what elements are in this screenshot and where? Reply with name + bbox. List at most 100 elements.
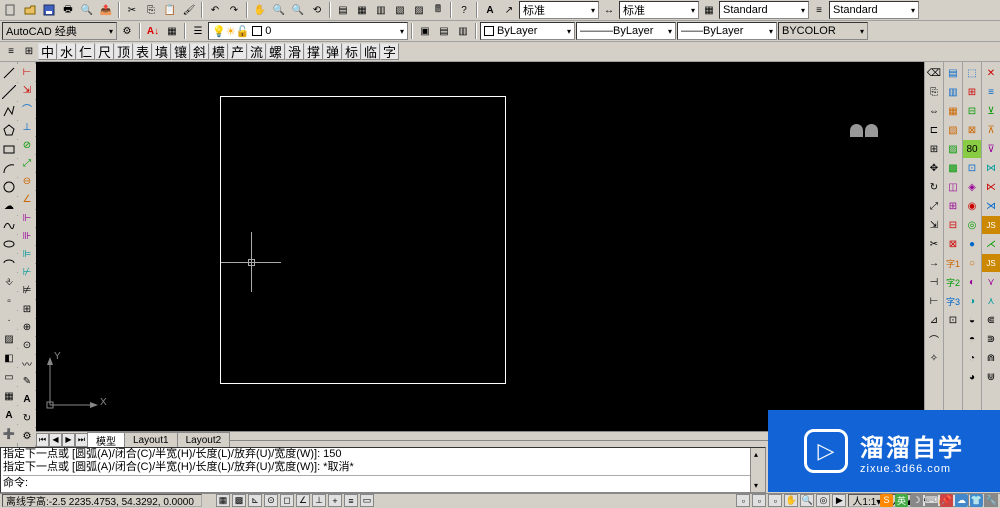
model-toggle[interactable]: ▫ (736, 494, 750, 507)
cn-btn-8[interactable]: 斜 (190, 43, 209, 60)
cn-btn-1[interactable]: 水 (57, 43, 76, 60)
sheet-icon[interactable]: ▧ (391, 1, 409, 19)
break-icon[interactable]: ⊣ (925, 273, 943, 291)
scale-icon[interactable]: ⤢ (925, 197, 943, 215)
tray-shirt-icon[interactable]: 👕 (970, 494, 983, 507)
e3-10-icon[interactable]: ⋌ (982, 235, 1000, 253)
hatch-icon[interactable]: ▨ (0, 330, 18, 348)
region-icon[interactable]: ▭ (0, 368, 18, 386)
tab-model[interactable]: 模型 (87, 432, 125, 447)
tray-app1-icon[interactable]: S (880, 494, 893, 507)
dcenter-icon[interactable]: ▦ (353, 1, 371, 19)
cmd-prompt[interactable]: 命令: (3, 475, 763, 490)
workspace-dropdown[interactable]: AutoCAD 经典 (2, 22, 117, 40)
tray-wrench-icon[interactable]: 🔧 (985, 494, 998, 507)
tray-moon-icon[interactable]: ☽ (910, 494, 923, 507)
lineweight-dropdown[interactable]: —— ByLayer (677, 22, 777, 40)
e3-4-icon[interactable]: ⊼ (982, 121, 1000, 139)
zoom-icon[interactable]: 🔍 (270, 1, 288, 19)
cn-btn-14[interactable]: 撑 (304, 43, 323, 60)
print-icon[interactable]: 🖶 (59, 1, 77, 19)
erase-icon[interactable]: ⌫ (925, 64, 943, 82)
e2-4-icon[interactable]: ⊠ (963, 121, 981, 139)
stretch-icon[interactable]: ⇲ (925, 216, 943, 234)
e2-13-icon[interactable]: ◑ (963, 292, 981, 310)
tab-prev-icon[interactable]: ◀ (49, 433, 62, 447)
cn-btn-9[interactable]: 模 (209, 43, 228, 60)
dim-ord-icon[interactable]: ⊥ (18, 119, 36, 136)
cn-btn-13[interactable]: 滑 (285, 43, 304, 60)
tray-pin-icon[interactable]: 📌 (940, 494, 953, 507)
inspect-icon[interactable]: ⊙ (18, 337, 36, 354)
osnap-toggle[interactable]: ◻ (280, 494, 294, 507)
et14-icon[interactable]: ⊡ (944, 311, 962, 329)
zoom-prev-icon[interactable]: ⟲ (308, 1, 326, 19)
dimupdate-icon[interactable]: ↻ (18, 410, 36, 427)
e2-15-icon[interactable]: ◓ (963, 330, 981, 348)
e3-8-icon[interactable]: ⋊ (982, 197, 1000, 215)
ducs-toggle[interactable]: ⊥ (312, 494, 326, 507)
help-icon[interactable]: ? (455, 1, 473, 19)
redo-icon[interactable]: ↷ (225, 1, 243, 19)
addtool-icon[interactable]: ➕ (0, 425, 18, 443)
gradient-icon[interactable]: ◧ (0, 349, 18, 367)
insert-icon[interactable]: ⎀ (0, 273, 18, 291)
trim-icon[interactable]: ✂ (925, 235, 943, 253)
ellipse-icon[interactable] (0, 235, 18, 253)
e2-9-icon[interactable]: ◎ (963, 216, 981, 234)
rotate-icon[interactable]: ↻ (925, 178, 943, 196)
cmd-scrollbar[interactable] (750, 448, 765, 492)
cn-tool2-icon[interactable]: ⊞ (20, 43, 38, 61)
new-icon[interactable] (2, 1, 20, 19)
paste-icon[interactable]: 📋 (161, 1, 179, 19)
qp-toggle[interactable]: ▭ (360, 494, 374, 507)
e3-1-icon[interactable]: ✕ (982, 64, 1000, 82)
tab-next-icon[interactable]: ▶ (62, 433, 75, 447)
e3-11-icon[interactable]: JS (982, 254, 1000, 272)
tray-key-icon[interactable]: ⌨ (925, 494, 938, 507)
z2-icon[interactable]: 字2 (944, 273, 962, 291)
cn-btn-2[interactable]: 仁 (76, 43, 95, 60)
e3-6-icon[interactable]: ⋈ (982, 159, 1000, 177)
layer-mgr-icon[interactable]: ☰ (189, 22, 207, 40)
laytool3-icon[interactable]: ▥ (454, 22, 472, 40)
polygon-icon[interactable] (0, 121, 18, 139)
polar-toggle[interactable]: ⊙ (264, 494, 278, 507)
et5-icon[interactable]: ▨ (944, 140, 962, 158)
style4-dropdown[interactable]: Standard (829, 1, 919, 19)
rectangle-icon[interactable] (0, 140, 18, 158)
steering-icon[interactable]: ◎ (816, 494, 830, 507)
continue-icon[interactable]: ⊫ (18, 246, 36, 263)
tool2-icon[interactable]: ▦ (163, 22, 181, 40)
dimbreak-icon[interactable]: ⊭ (18, 282, 36, 299)
e2-7-icon[interactable]: ◈ (963, 178, 981, 196)
e2-11-icon[interactable]: ○ (963, 254, 981, 272)
plotstyle-dropdown[interactable]: BYCOLOR (778, 22, 868, 40)
et10-icon[interactable]: ⊠ (944, 235, 962, 253)
cn-btn-3[interactable]: 尺 (95, 43, 114, 60)
dim-aligned-icon[interactable]: ⇲ (18, 82, 36, 99)
tolerance-icon[interactable]: ⊞ (18, 300, 36, 317)
et9-icon[interactable]: ⊟ (944, 216, 962, 234)
cn-btn-18[interactable]: 字 (380, 43, 399, 60)
sb-pan-icon[interactable]: ✋ (784, 494, 798, 507)
xline-icon[interactable] (0, 83, 18, 101)
tbl-icon[interactable]: ▦ (700, 1, 718, 19)
e3-17-icon[interactable]: ⋓ (982, 368, 1000, 386)
command-window[interactable]: 指定下一点或 [圆弧(A)/闭合(C)/半宽(H)/长度(L)/放弃(U)/宽度… (0, 447, 766, 493)
dimstyle-icon[interactable]: ⚙ (18, 428, 36, 445)
cn-btn-17[interactable]: 临 (361, 43, 380, 60)
layer-dropdown[interactable]: 💡 ☀ 🔓 0 (208, 22, 408, 40)
e3-7-icon[interactable]: ⋉ (982, 178, 1000, 196)
open-icon[interactable] (21, 1, 39, 19)
match-icon[interactable]: 🖌 (180, 1, 198, 19)
zoom-window-icon[interactable]: 🔍 (289, 1, 307, 19)
z3-icon[interactable]: 字3 (944, 292, 962, 310)
baseline-icon[interactable]: ⊪ (18, 228, 36, 245)
style1-dropdown[interactable]: 标准 (519, 1, 599, 19)
dimtedit-icon[interactable]: A (18, 391, 36, 408)
et4-icon[interactable]: ▧ (944, 121, 962, 139)
line-icon[interactable] (0, 64, 18, 82)
save-icon[interactable] (40, 1, 58, 19)
preview-icon[interactable]: 🔍 (78, 1, 96, 19)
